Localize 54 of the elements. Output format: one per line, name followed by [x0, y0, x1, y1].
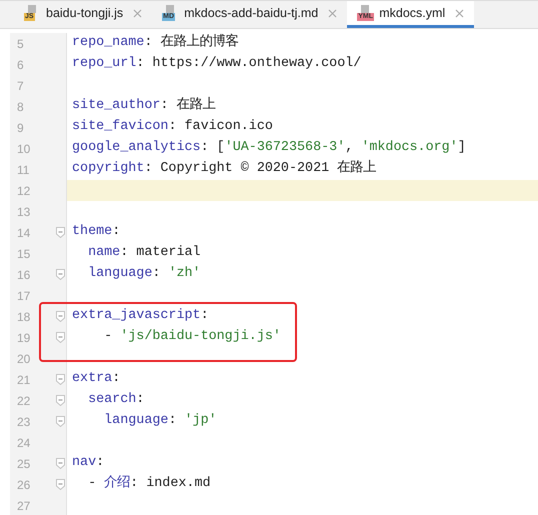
- code-line: extra_javascript:: [71, 307, 209, 326]
- line-number: 23: [17, 414, 30, 430]
- line-number: 19: [17, 330, 30, 346]
- line-number: 22: [17, 392, 30, 410]
- line-number: 17: [17, 288, 30, 304]
- code-line: - 介绍: index.md: [87, 474, 211, 494]
- code-line: nav:: [71, 454, 104, 472]
- fold-marker-icon[interactable]: [56, 311, 65, 322]
- line-number: 9: [17, 120, 24, 136]
- line-number: 18: [17, 308, 30, 326]
- code-line: theme:: [71, 223, 120, 242]
- line-number: 11: [17, 162, 30, 178]
- line-number: 15: [17, 246, 30, 262]
- code-line: repo_name: 在路上的博客: [71, 33, 238, 52]
- code-line: repo_url: https://www.ontheway.cool/: [71, 55, 362, 74]
- line-number: 8: [17, 98, 24, 116]
- line-number: 6: [17, 56, 24, 74]
- line-number: 25: [17, 456, 30, 472]
- fold-marker-icon[interactable]: [56, 227, 65, 238]
- code-line: search:: [87, 391, 144, 410]
- code-line: - 'js/baidu-tongji.js': [103, 328, 281, 346]
- line-number: 7: [17, 78, 24, 94]
- line-number: 5: [17, 36, 24, 52]
- tab-label: mkdocs.yml: [379, 4, 446, 22]
- line-number: 27: [17, 498, 30, 514]
- tab-label: baidu-tongji.js: [46, 4, 124, 22]
- code-line: extra:: [71, 370, 120, 388]
- close-icon[interactable]: [455, 8, 464, 18]
- line-number: 24: [17, 434, 30, 452]
- line-number: 16: [17, 266, 30, 284]
- fold-marker-icon[interactable]: [56, 332, 65, 343]
- fold-marker-icon[interactable]: [56, 269, 65, 280]
- fold-marker-icon[interactable]: [56, 458, 65, 469]
- code-line: site_favicon: favicon.ico: [71, 118, 273, 136]
- code-line: copyright: Copyright © 2020-2021 在路上: [71, 159, 376, 178]
- line-number: 12: [17, 182, 30, 200]
- line-number: 13: [17, 204, 30, 220]
- line-number: 14: [17, 224, 30, 242]
- code-line: language: 'jp': [103, 412, 217, 430]
- code-line: language: 'zh': [87, 265, 201, 284]
- close-icon[interactable]: [133, 8, 142, 18]
- fold-marker-icon[interactable]: [56, 374, 65, 385]
- line-number: 20: [17, 350, 30, 368]
- tab-label: mkdocs-add-baidu-tj.md: [184, 4, 318, 22]
- code-line: google_analytics: ['UA-36723568-3', 'mkdocs.org']: [71, 139, 466, 158]
- line-number: 26: [17, 476, 30, 494]
- fold-marker-icon[interactable]: [56, 416, 65, 427]
- fold-marker-icon[interactable]: [56, 479, 65, 490]
- code-line: name: material: [87, 244, 201, 262]
- close-icon[interactable]: [328, 8, 338, 18]
- fold-marker-icon[interactable]: [56, 395, 65, 406]
- line-number: 10: [17, 140, 30, 158]
- line-number: 21: [17, 372, 30, 388]
- code-line: site_author: 在路上: [71, 96, 216, 116]
